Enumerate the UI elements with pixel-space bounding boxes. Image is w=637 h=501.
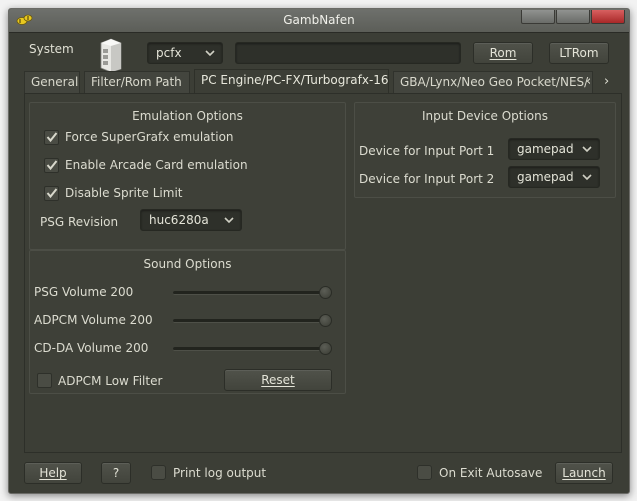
reset-button[interactable]: Reset (224, 369, 332, 391)
input-port-1-value: gamepad (517, 142, 574, 156)
sound-options-group: Sound Options PSG Volume 200 ADPCM Volum… (29, 250, 346, 394)
ltrom-button-label: LTRom (559, 46, 599, 60)
system-label: System (29, 42, 74, 56)
main-window: GambNafen System pcfx Rom LTRom General … (8, 8, 630, 494)
maximize-button[interactable] (556, 10, 590, 24)
checkmark-icon (46, 160, 58, 171)
chevron-down-icon (582, 146, 592, 153)
input-port-2-select[interactable]: gamepad (508, 166, 600, 188)
tab-content-pane: Emulation Options Force SuperGrafx emula… (24, 93, 622, 453)
rom-button-label: Rom (489, 46, 517, 60)
adpcm-volume-label: ADPCM Volume 200 (34, 313, 153, 327)
tab-general-label: General (31, 75, 79, 89)
computer-case-icon (100, 38, 122, 73)
tab-scroll-left-icon[interactable]: ‹ (586, 74, 598, 89)
chevron-down-icon (582, 174, 592, 181)
help-button[interactable]: Help (24, 462, 82, 484)
checkbox-box[interactable] (44, 158, 59, 173)
emulation-options-group: Emulation Options Force SuperGrafx emula… (29, 102, 346, 250)
question-button-label: ? (112, 466, 120, 480)
emulation-options-title: Emulation Options (132, 109, 243, 123)
checkbox-box[interactable] (44, 186, 59, 201)
minimize-button[interactable] (521, 10, 555, 24)
close-button[interactable] (591, 10, 625, 24)
tab-general[interactable]: General (24, 71, 80, 93)
chevron-down-icon (205, 50, 215, 57)
enable-arcade-card-label: Enable Arcade Card emulation (65, 158, 248, 172)
psg-revision-select[interactable]: huc6280a (140, 209, 242, 231)
rom-path-input[interactable] (235, 42, 461, 64)
input-port-1-select[interactable]: gamepad (508, 138, 600, 160)
checkmark-icon (46, 188, 58, 199)
tab-pc-engine[interactable]: PC Engine/PC-FX/Turbografx-16 (194, 69, 389, 93)
force-supergrafx-label: Force SuperGrafx emulation (65, 130, 234, 144)
on-exit-autosave-label: On Exit Autosave (439, 466, 543, 480)
psg-volume-slider-handle[interactable] (319, 286, 332, 299)
adpcm-volume-slider[interactable] (173, 319, 329, 323)
psg-revision-label: PSG Revision (40, 215, 119, 229)
print-log-label: Print log output (173, 466, 267, 480)
tab-scroll-right-icon[interactable]: › (604, 74, 616, 89)
launch-button[interactable]: Launch (555, 462, 613, 484)
tab-pc-engine-label: PC Engine/PC-FX/Turbografx-16 (201, 73, 389, 87)
tab-bar: General Filter/Rom Path PC Engine/PC-FX/… (24, 69, 624, 93)
adpcm-low-filter-label: ADPCM Low Filter (58, 374, 163, 388)
cdda-volume-slider-handle[interactable] (319, 342, 332, 355)
tab-gba-lynx[interactable]: GBA/Lynx/Neo Geo Pocket/NES/ (393, 71, 593, 93)
question-button[interactable]: ? (101, 462, 131, 484)
sound-options-title: Sound Options (143, 257, 232, 271)
launch-button-label: Launch (562, 466, 606, 480)
tab-gba-lynx-label: GBA/Lynx/Neo Geo Pocket/NES/ (400, 75, 589, 89)
input-port-2-value: gamepad (517, 170, 574, 184)
disable-sprite-limit-label: Disable Sprite Limit (65, 186, 183, 200)
on-exit-autosave-checkbox[interactable] (417, 465, 432, 480)
print-log-checkbox[interactable] (151, 465, 166, 480)
psg-volume-label: PSG Volume 200 (34, 285, 134, 299)
input-port-1-label: Device for Input Port 1 (359, 144, 495, 158)
input-port-2-label: Device for Input Port 2 (359, 172, 495, 186)
system-select-value: pcfx (156, 46, 182, 60)
chevron-down-icon (224, 217, 234, 224)
checkbox-box[interactable] (37, 373, 52, 388)
cdda-volume-label: CD-DA Volume 200 (34, 341, 149, 355)
input-device-options-group: Input Device Options Device for Input Po… (354, 102, 616, 198)
tab-filter-rom-path-label: Filter/Rom Path (91, 75, 182, 89)
psg-volume-slider[interactable] (173, 291, 329, 295)
ltrom-button[interactable]: LTRom (549, 42, 609, 64)
cdda-volume-slider[interactable] (173, 347, 329, 351)
checkmark-icon (46, 132, 58, 143)
rom-button[interactable]: Rom (473, 42, 533, 64)
psg-revision-value: huc6280a (149, 213, 209, 227)
help-button-label: Help (39, 466, 67, 480)
title-bar[interactable]: GambNafen (9, 9, 629, 33)
adpcm-volume-slider-handle[interactable] (319, 314, 332, 327)
checkbox-box[interactable] (44, 130, 59, 145)
reset-button-label: Reset (261, 373, 295, 387)
system-select[interactable]: pcfx (147, 42, 223, 64)
input-device-options-title: Input Device Options (421, 109, 549, 123)
tab-filter-rom-path[interactable]: Filter/Rom Path (84, 71, 190, 93)
